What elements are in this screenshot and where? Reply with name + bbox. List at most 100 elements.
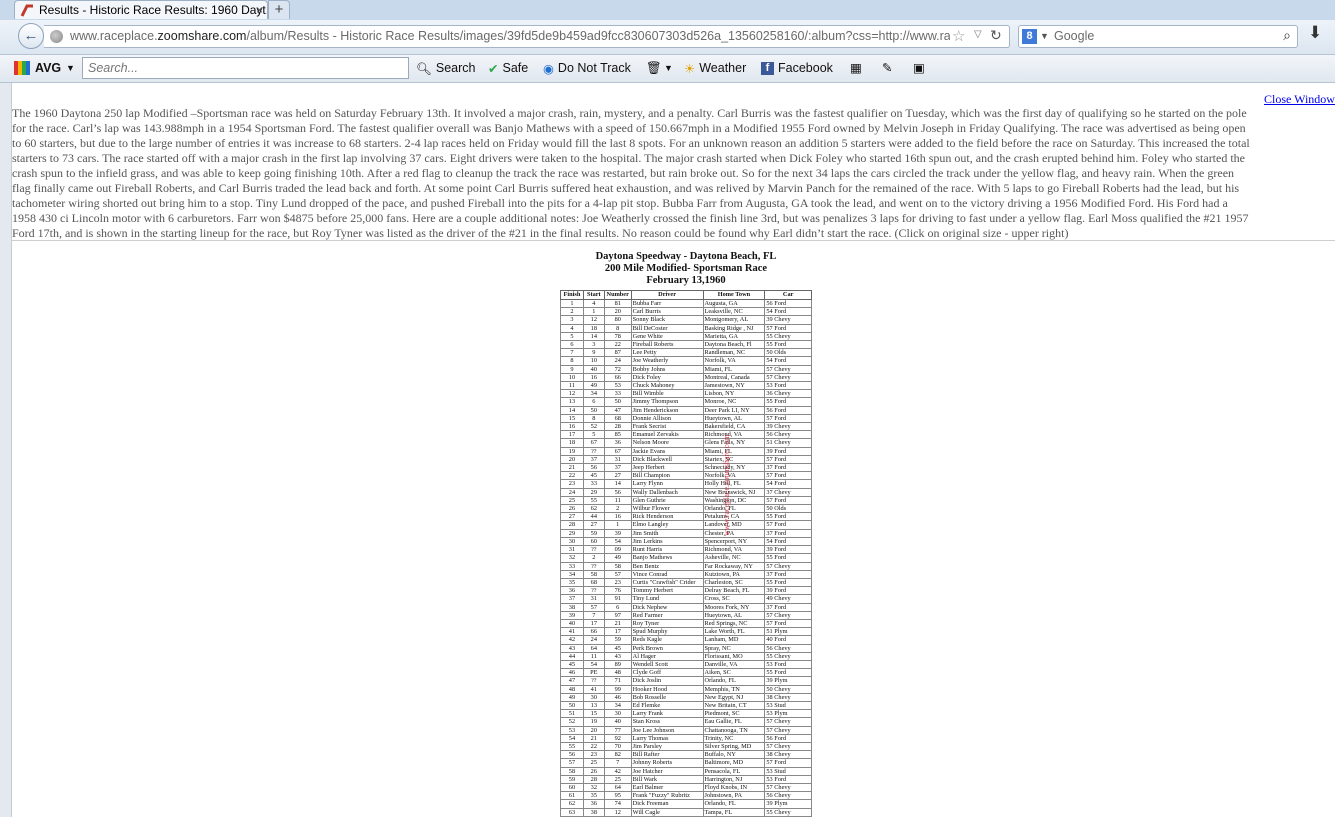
- table-cell: 74: [603, 799, 632, 809]
- table-cell: Jamestown, NY: [702, 381, 766, 391]
- table-cell: 36: [603, 438, 632, 448]
- table-cell: Dick Nephew: [630, 602, 704, 612]
- table-cell: 57 Chevy: [764, 741, 812, 752]
- table-cell: Richmond, VA: [702, 545, 766, 555]
- table-cell: 64: [603, 782, 632, 793]
- table-row: 20 37 31 Dick Blackwell Startex, SC 57 Ford: [560, 454, 812, 465]
- download-icon[interactable]: ⬇: [1308, 23, 1322, 43]
- calculator-icon[interactable]: ▦: [850, 55, 862, 81]
- tab-close-icon[interactable]: ×: [256, 1, 263, 19]
- table-cell: 6: [603, 602, 632, 612]
- table-cell: 10: [560, 372, 584, 383]
- table-cell: 26: [582, 766, 605, 776]
- table-cell: ??: [582, 586, 605, 596]
- new-tab-button[interactable]: +: [268, 0, 290, 19]
- table-row: 63 38 12 Will Cagle Tampa, FL 55 Chevy: [560, 807, 812, 817]
- table-row: 50 13 34 Ed Flemke New Britain, CT 53 Stud: [560, 700, 812, 711]
- table-cell: Ben Bentz: [630, 561, 704, 571]
- table-cell: Dick Blackwell: [630, 454, 704, 465]
- column-header: Number: [603, 290, 632, 300]
- table-cell: Lisbon, NY: [702, 389, 766, 399]
- table-cell: 2: [603, 504, 632, 514]
- avg-search-button[interactable]: 🔍︎ Search: [416, 55, 475, 82]
- history-dropdown-icon[interactable]: ▽: [974, 29, 982, 40]
- table-cell: 60: [560, 782, 584, 793]
- table-cell: 12: [603, 807, 632, 817]
- table-cell: Red Farmer: [630, 610, 704, 620]
- table-cell: Norfolk, VA: [702, 471, 766, 481]
- table-cell: 42: [560, 635, 584, 645]
- table-row: 36?? 76 Tommy Herbert Delray Beach, FL 39 Fo…: [560, 586, 812, 596]
- table-cell: 58: [582, 569, 605, 579]
- bookmark-star-icon[interactable]: ☆: [952, 27, 965, 45]
- trash-dropdown-icon[interactable]: ▼: [664, 55, 673, 81]
- back-button[interactable]: ←: [18, 23, 44, 49]
- table-cell: 25: [582, 758, 605, 768]
- browser-tab[interactable]: Results - Historic Race Results: 1960 Da…: [14, 0, 268, 19]
- table-cell: Hueytown, AL: [702, 610, 766, 620]
- avg-logo-icon: [14, 61, 30, 75]
- table-row: 25 55 11 Glen Guthrie Washington, DC 57 Ford: [560, 495, 812, 506]
- safe-button[interactable]: ✔ Safe: [488, 55, 528, 82]
- table-cell: 59: [582, 528, 605, 538]
- table-row: 39 7 97 Red Farmer Hueytown, AL 57 Chevy: [560, 610, 812, 620]
- table-cell: 57 Ford: [764, 618, 812, 629]
- table-cell: 34: [603, 700, 632, 711]
- table-cell: 32: [560, 553, 584, 563]
- table-cell: 56 Ford: [764, 405, 812, 415]
- table-cell: 37: [603, 463, 632, 473]
- table-cell: 46: [560, 668, 584, 678]
- table-row: 30 60 54 Jim Lerkins Spencerport, NY 54 Ford: [560, 536, 812, 547]
- scan-title-race: 200 Mile Modified- Sportsman Race: [604, 263, 768, 274]
- search-magnifier-icon[interactable]: ⌕: [1283, 27, 1291, 44]
- table-cell: 45: [603, 643, 632, 653]
- table-cell: 43: [560, 643, 584, 653]
- table-row: 2 1 20 Carl Burris Leaksville, NC 54 Ford: [560, 307, 812, 317]
- table-cell: 20: [560, 454, 584, 465]
- facebook-button[interactable]: f Facebook: [761, 55, 833, 81]
- search-box[interactable]: 8 ▼ Google ⌕: [1018, 25, 1298, 48]
- notepad-icon[interactable]: ✎: [882, 55, 892, 81]
- table-cell: 55 Ford: [764, 340, 812, 350]
- table-row: 13 6 50 Jimmy Thompson Monroe, NC 55 Ford: [560, 397, 812, 407]
- table-cell: Harrington, NJ: [702, 774, 766, 784]
- table-cell: 39 Plym: [764, 799, 812, 809]
- engine-dropdown-icon[interactable]: ▼: [1040, 31, 1049, 41]
- table-cell: Chuck Mahoney: [630, 381, 704, 391]
- table-cell: 39: [603, 528, 632, 538]
- table-row: 56 23 82 Bill Rafter Buffalo, NY 38 Chevy: [560, 750, 812, 760]
- trash-icon[interactable]: 🗑︎: [646, 55, 662, 81]
- table-cell: 45: [582, 471, 605, 481]
- table-cell: 19: [560, 446, 584, 456]
- table-cell: 72: [603, 364, 632, 374]
- table-cell: 56 Ford: [764, 733, 812, 743]
- table-cell: 54 Ford: [764, 479, 812, 489]
- google-engine-icon[interactable]: 8: [1022, 29, 1037, 44]
- reload-icon[interactable]: ↻: [990, 27, 1002, 44]
- table-cell: 12: [582, 315, 605, 325]
- table-cell: 57 Ford: [764, 495, 812, 506]
- avg-menu[interactable]: AVG: [35, 55, 61, 81]
- column-header: Driver: [630, 290, 704, 300]
- table-cell: 57 Chevy: [764, 610, 812, 620]
- race-description: The 1960 Daytona 250 lap Modified –Sport…: [12, 106, 1250, 241]
- avg-search-input[interactable]: Search...: [82, 57, 409, 79]
- table-cell: 59: [603, 635, 632, 645]
- table-cell: 54 Ford: [764, 356, 812, 366]
- address-bar[interactable]: www.raceplace.zoomshare.com/album/Result…: [44, 25, 1010, 48]
- table-cell: Petalums, CA: [702, 512, 766, 522]
- avg-menu-dropdown-icon[interactable]: ▼: [66, 55, 75, 81]
- table-cell: 58: [560, 766, 584, 776]
- table-cell: Johnstown, PA: [702, 791, 766, 801]
- table-cell: ??: [582, 545, 605, 555]
- table-row: 14 50 47 Jim Henderickson Deer Park LI, NY 56…: [560, 405, 812, 415]
- do-not-track-button[interactable]: ◉ Do Not Track: [543, 55, 631, 82]
- close-window-link[interactable]: Close Window: [1264, 92, 1335, 107]
- table-cell: 54: [603, 536, 632, 547]
- table-cell: 17: [603, 627, 632, 637]
- screenshot-icon[interactable]: ▣: [913, 55, 925, 81]
- table-cell: 40: [603, 717, 632, 727]
- weather-button[interactable]: ☀ Weather: [684, 55, 746, 82]
- table-row: 28 27 1 Elmo Langley Landover, MD 57 Ford: [560, 520, 812, 530]
- table-cell: Holly Hill, FL: [702, 479, 766, 489]
